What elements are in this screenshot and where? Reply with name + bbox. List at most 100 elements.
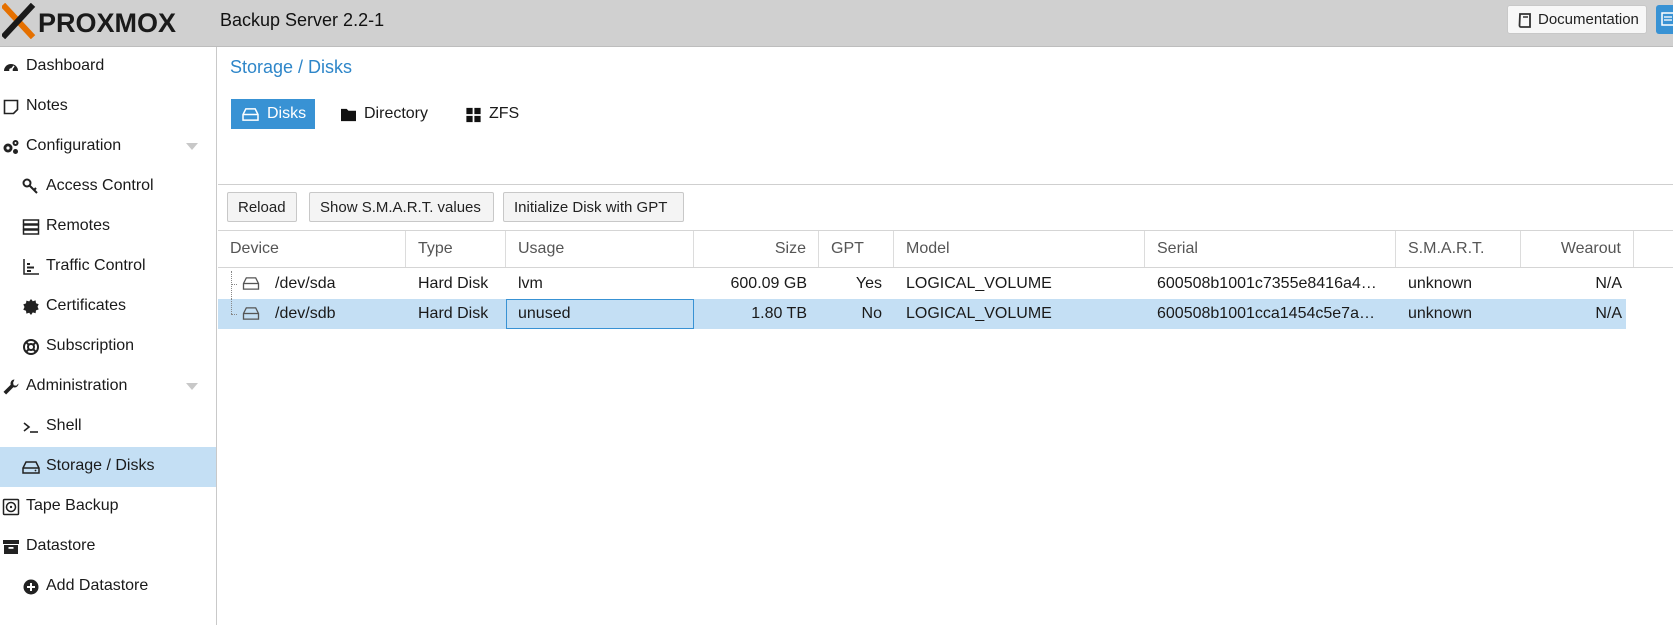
main-panel: Storage / Disks Disks Directory ZFS Relo… xyxy=(218,47,1673,625)
page-title: Storage / Disks xyxy=(230,57,353,77)
sidebar-item-label: Remotes xyxy=(46,217,111,234)
documentation-label: Documentation xyxy=(1538,11,1639,28)
sidebar-item-label: Add Datastore xyxy=(46,577,149,594)
toolbar-divider xyxy=(218,184,1673,185)
sidebar-item-remotes[interactable]: Remotes xyxy=(0,207,216,247)
chart-icon xyxy=(23,259,39,275)
folder-icon xyxy=(341,108,356,122)
tree-connector xyxy=(231,314,237,315)
initialize-gpt-button[interactable]: Initialize Disk with GPT xyxy=(503,192,684,222)
grid-header: Device Type Usage Size GPT Model Serial … xyxy=(218,230,1673,268)
list-icon xyxy=(1661,12,1673,26)
key-icon xyxy=(22,178,38,194)
column-header-usage[interactable]: Usage xyxy=(506,231,694,267)
sidebar-item-label: Traffic Control xyxy=(46,257,146,274)
table-row[interactable]: /dev/sda Hard Disk lvm 600.09 GB Yes LOG… xyxy=(218,269,1626,299)
cell-type: Hard Disk xyxy=(418,305,489,322)
wrench-icon xyxy=(3,379,19,395)
sidebar-item-notes[interactable]: Notes xyxy=(0,87,216,127)
column-header-model[interactable]: Model xyxy=(894,231,1145,267)
column-header-type[interactable]: Type xyxy=(406,231,506,267)
certificate-icon xyxy=(23,299,39,315)
sidebar-item-storage-disks[interactable]: Storage / Disks xyxy=(0,447,216,487)
book-icon xyxy=(1518,13,1531,28)
tab-zfs[interactable]: ZFS xyxy=(463,99,533,129)
hdd-icon xyxy=(22,461,40,474)
cell-gpt: Yes xyxy=(855,275,882,292)
table-row[interactable]: /dev/sdb Hard Disk unused 1.80 TB No LOG… xyxy=(218,299,1626,329)
app-title: Backup Server 2.2-1 xyxy=(220,10,385,30)
proxmox-logo: PROXMOX xyxy=(2,3,176,39)
sidebar-item-access-control[interactable]: Access Control xyxy=(0,167,216,207)
sidebar-item-add-datastore[interactable]: Add Datastore xyxy=(0,567,216,607)
sidebar-item-label: Storage / Disks xyxy=(46,457,155,474)
archive-icon xyxy=(3,540,19,554)
sidebar-item-shell[interactable]: Shell xyxy=(0,407,216,447)
sidebar-item-datastore[interactable]: Datastore xyxy=(0,527,216,567)
plus-circle-icon xyxy=(23,579,39,595)
sidebar-item-subscription[interactable]: Subscription xyxy=(0,327,216,367)
sidebar-item-dashboard[interactable]: Dashboard xyxy=(0,47,216,87)
lifebuoy-icon xyxy=(23,339,39,355)
sidebar-item-label: Shell xyxy=(46,417,82,434)
column-header-wearout[interactable]: Wearout xyxy=(1521,231,1634,267)
cell-usage[interactable]: unused xyxy=(506,299,694,329)
sidebar-item-administration[interactable]: Administration xyxy=(0,367,216,407)
tab-disks[interactable]: Disks xyxy=(231,99,315,129)
cogs-icon xyxy=(3,140,19,154)
column-header-size[interactable]: Size xyxy=(694,231,819,267)
sidebar-item-label: Configuration xyxy=(26,137,122,154)
cell-gpt: No xyxy=(861,305,882,322)
dashboard-icon xyxy=(4,64,18,72)
cell-usage: lvm xyxy=(518,275,543,292)
tab-label: Directory xyxy=(364,105,429,122)
cell-serial: 600508b1001c7355e8416a4… xyxy=(1157,275,1377,292)
sidebar-item-label: Administration xyxy=(26,377,128,394)
sidebar-item-configuration[interactable]: Configuration xyxy=(0,127,216,167)
tree-connector xyxy=(231,284,237,285)
reload-button[interactable]: Reload xyxy=(227,192,297,222)
chevron-down-icon[interactable] xyxy=(186,143,198,150)
notes-icon xyxy=(3,99,19,115)
tree-connector xyxy=(231,299,232,314)
cell-device: /dev/sda xyxy=(275,275,336,292)
menu-button[interactable] xyxy=(1656,5,1673,34)
column-header-device[interactable]: Device xyxy=(218,231,406,267)
sidebar-item-label: Certificates xyxy=(46,297,127,314)
sidebar-item-label: Notes xyxy=(26,97,68,114)
column-header-gpt[interactable]: GPT xyxy=(819,231,894,267)
sidebar-item-label: Access Control xyxy=(46,177,154,194)
server-icon xyxy=(22,219,40,235)
sidebar-item-label: Subscription xyxy=(46,337,135,354)
grid-icon xyxy=(466,107,481,123)
show-smart-button[interactable]: Show S.M.A.R.T. values xyxy=(309,192,494,222)
sidebar: Dashboard Notes Configuration Access Con… xyxy=(0,47,217,625)
sidebar-item-label: Dashboard xyxy=(26,57,105,74)
chevron-down-icon[interactable] xyxy=(186,383,198,390)
cell-device: /dev/sdb xyxy=(275,305,336,322)
tab-directory[interactable]: Directory xyxy=(338,99,448,129)
sidebar-item-traffic-control[interactable]: Traffic Control xyxy=(0,247,216,287)
cell-wearout: N/A xyxy=(1595,275,1622,292)
sidebar-item-certificates[interactable]: Certificates xyxy=(0,287,216,327)
sidebar-item-tape-backup[interactable]: Tape Backup xyxy=(0,487,216,527)
column-header-serial[interactable]: Serial xyxy=(1145,231,1396,267)
documentation-button[interactable]: Documentation xyxy=(1507,5,1647,34)
hdd-icon xyxy=(242,307,260,320)
tab-label: ZFS xyxy=(489,105,520,122)
column-header-smart[interactable]: S.M.A.R.T. xyxy=(1396,231,1521,267)
cell-serial: 600508b1001cca1454c5e7a… xyxy=(1157,305,1375,322)
cell-size: 600.09 GB xyxy=(730,275,808,292)
cell-smart: unknown xyxy=(1408,275,1473,292)
cell-wearout: N/A xyxy=(1595,305,1622,322)
cell-model: LOGICAL_VOLUME xyxy=(906,275,1052,292)
tape-icon xyxy=(2,498,20,516)
cell-smart: unknown xyxy=(1408,305,1473,322)
sidebar-item-label: Tape Backup xyxy=(26,497,119,514)
hdd-icon xyxy=(242,277,260,290)
terminal-icon xyxy=(23,422,38,433)
cell-model: LOGICAL_VOLUME xyxy=(906,305,1052,322)
top-header: PROXMOX Backup Server 2.2-1 Documentatio… xyxy=(0,0,1673,47)
hdd-icon xyxy=(242,108,259,121)
sidebar-item-label: Datastore xyxy=(26,537,96,554)
